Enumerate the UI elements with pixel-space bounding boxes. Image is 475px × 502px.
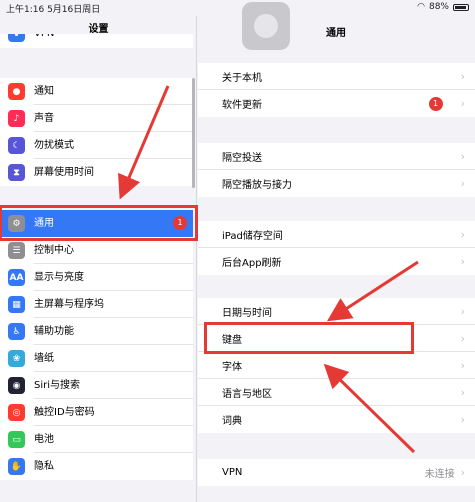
chevron-right-icon: › [460,331,465,345]
sidebar-scrollbar[interactable] [192,78,195,188]
settings-row[interactable]: VPN 未连接 › [198,459,475,486]
row-label: 语言与地区 [222,388,272,400]
chevron-right-icon: › [460,227,465,241]
notification-icon: ● [8,83,25,100]
detail-group-4: 日期与时间 › 键盘 › 字体 › 语言与地区 › 词典 › [198,298,475,433]
vpn-icon: V [8,34,25,42]
sidebar-item-label: 控制中心 [34,237,193,264]
sidebar-item-label: 显示与亮度 [34,264,193,291]
chevron-right-icon: › [460,358,465,372]
chevron-right-icon: › [460,413,465,426]
siri-icon: ◉ [8,377,25,394]
sidebar-item-control-center[interactable]: ☰ 控制中心 [0,237,193,264]
settings-row[interactable]: 日期与时间 › [198,298,475,325]
settings-row[interactable]: 隔空投送 › [198,143,475,170]
chevron-right-icon: › [460,69,465,83]
row-label: 词典 [222,416,242,427]
touch-id-icon: ◎ [8,404,25,421]
row-label: VPN [222,467,243,478]
settings-row[interactable]: 语言与地区 › [198,379,475,406]
sidebar-item-label: 墙纸 [34,345,193,372]
sidebar-item-battery[interactable]: ▭ 电池 [0,426,193,453]
row-label: 软件更新 [222,100,262,111]
settings-sidebar: 设置 V VPN ●通知♪声音☾勿扰模式⧗屏幕使用时间 ⚙通用1☰控制中心AA显… [0,16,197,502]
sidebar-item-moon[interactable]: ☾ 勿扰模式 [0,132,193,159]
display-icon: AA [8,269,25,286]
hourglass-icon: ⧗ [8,164,25,181]
chevron-right-icon: › [460,385,465,399]
control-center-icon: ☰ [8,242,25,259]
highlight-box-general [0,205,198,241]
home-screen-icon: ▦ [8,296,25,313]
sidebar-item-label: 电池 [34,426,193,453]
highlight-box-keyboard [204,322,414,354]
detail-group-2: 隔空投送 › 隔空播放与接力 › [198,143,475,197]
battery-icon [453,3,469,11]
detail-group-1: 关于本机 › 软件更新 1 › [198,63,475,117]
settings-row[interactable]: 词典 › [198,406,475,433]
sidebar-item-siri[interactable]: ◉ Siri与搜索 [0,372,193,399]
update-badge: 1 [428,96,443,111]
row-label: 隔空播放与接力 [222,180,292,191]
chevron-right-icon: › [460,255,465,268]
app-thumbnail-icon [242,2,290,50]
sidebar-item-notification[interactable]: ● 通知 [0,78,193,105]
sidebar-group-1: ● 通知 ♪ 声音 ☾ 勿扰模式 ⧗ 屏幕使用时间 [0,78,193,186]
sidebar-title: 设置 [88,24,109,35]
row-label: 隔空投送 [222,152,262,164]
sidebar-item-label: 屏幕使用时间 [34,167,94,178]
sidebar-item-wallpaper[interactable]: ❀ 墙纸 [0,345,193,372]
privacy-hand-icon: ✋ [8,458,25,475]
wifi-icon: ◠ [417,2,425,12]
sidebar-item-privacy-hand[interactable]: ✋ 隐私 [0,453,193,480]
chevron-right-icon: › [460,149,465,163]
chevron-right-icon: › [460,466,465,479]
sidebar-item-label: 声音 [34,105,193,132]
sidebar-item-label: 主屏幕与程序坞 [34,291,193,318]
detail-group-5: VPN 未连接 › [198,459,475,486]
sidebar-item-label: 勿扰模式 [34,132,193,159]
sidebar-item-label: 隐私 [34,461,54,472]
sidebar-item-sound[interactable]: ♪ 声音 [0,105,193,132]
row-label: 字体 [222,361,242,373]
row-label: 关于本机 [222,72,262,84]
general-detail-pane: 通用 关于本机 › 软件更新 1 › 隔空投送 › 隔空播放与接力 › iPad储存空间 › 后台… [198,2,475,502]
sidebar-item-label: 辅助功能 [34,318,193,345]
settings-row[interactable]: 软件更新 1 › [198,90,475,117]
status-time-date: 上午1:16 5月16日周日 [6,5,101,15]
sidebar-item-accessibility[interactable]: ♿ 辅助功能 [0,318,193,345]
accessibility-icon: ♿ [8,323,25,340]
status-bar: 上午1:16 5月16日周日 ◠ 88% [0,0,475,16]
row-value: 未连接 [424,469,455,480]
sidebar-item-label: Siri与搜索 [34,372,193,399]
sidebar-item-hourglass[interactable]: ⧗ 屏幕使用时间 [0,159,193,186]
chevron-right-icon: › [460,304,465,318]
settings-row[interactable]: iPad储存空间 › [198,221,475,248]
moon-icon: ☾ [8,137,25,154]
wallpaper-icon: ❀ [8,350,25,367]
battery-icon: ▭ [8,431,25,448]
detail-group-3: iPad储存空间 › 后台App刷新 › [198,221,475,275]
chevron-right-icon: › [460,177,465,190]
sidebar-item-vpn[interactable]: V VPN [0,34,193,47]
chevron-right-icon: › [460,97,465,110]
sidebar-item-display[interactable]: AA 显示与亮度 [0,264,193,291]
sidebar-group-top: V VPN [0,34,193,48]
settings-row[interactable]: 隔空播放与接力 › [198,170,475,197]
row-label: 日期与时间 [222,307,272,319]
sidebar-item-label: 通知 [34,78,193,105]
sound-icon: ♪ [8,110,25,127]
sidebar-group-2: ⚙ 通用 1 ☰ 控制中心 AA 显示与亮度 ▦ 主屏幕与程序坞 ♿ 辅助功能 ❀ 墙纸 ◉ Siri与搜索… [0,210,193,480]
row-label: iPad储存空间 [222,230,283,242]
settings-row[interactable]: 后台App刷新 › [198,248,475,275]
detail-title: 通用 [326,28,346,39]
battery-percent: 88% [428,2,449,12]
sidebar-item-label: 触控ID与密码 [34,399,193,426]
sidebar-item-home-screen[interactable]: ▦ 主屏幕与程序坞 [0,291,193,318]
row-label: 后台App刷新 [222,258,282,269]
settings-row[interactable]: 字体 › [198,352,475,379]
settings-row[interactable]: 关于本机 › [198,63,475,90]
sidebar-item-touch-id[interactable]: ◎ 触控ID与密码 [0,399,193,426]
